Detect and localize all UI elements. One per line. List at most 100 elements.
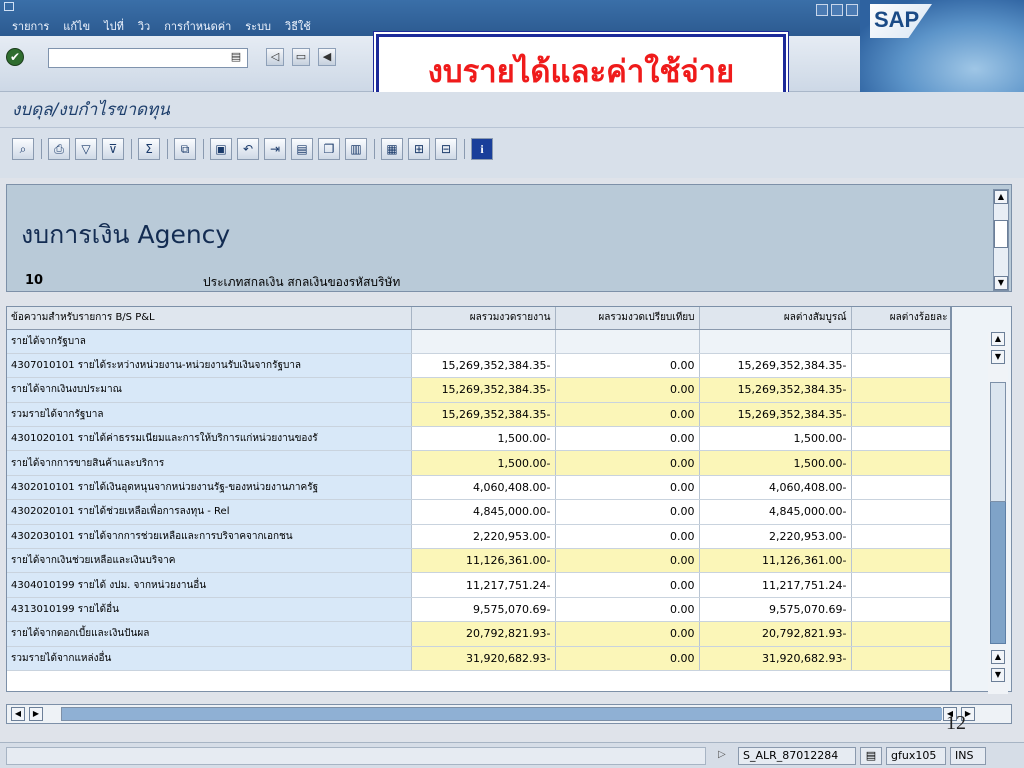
percent-difference[interactable] — [851, 377, 950, 403]
minimize-icon[interactable] — [816, 4, 828, 16]
table-row[interactable]: 4304010199 รายได้ งปม. จากหน่วยงานอื่น 11… — [7, 572, 950, 598]
collapse-icon[interactable]: ⊟ — [435, 138, 457, 160]
copy-icon[interactable]: ❐ — [318, 138, 340, 160]
row-label[interactable]: รายได้จากเงินงบประมาณ — [7, 377, 412, 403]
percent-difference[interactable] — [851, 621, 950, 647]
absolute-difference[interactable]: 31,920,682.93- — [699, 646, 852, 671]
word-processing-icon[interactable]: ▤ — [291, 138, 313, 160]
table-row[interactable]: 4302010101 รายได้เงินอุดหนุนจากหน่วยงานร… — [7, 475, 950, 501]
table-row[interactable]: รวมรายได้จากรัฐบาล 15,269,352,384.35- 0.00… — [7, 402, 950, 428]
report-period-total[interactable]: 15,269,352,384.35- — [411, 353, 556, 379]
back-icon[interactable]: ◀ — [318, 48, 336, 66]
grid-scroll-up-icon[interactable]: ▲ — [991, 332, 1005, 346]
maximize-icon[interactable] — [831, 4, 843, 16]
report-period-total[interactable]: 1,500.00- — [411, 426, 556, 452]
report-period-total[interactable] — [411, 329, 556, 354]
row-label[interactable]: 4302020101 รายได้ช่วยเหลือเพื่อการลงทุน … — [7, 499, 412, 525]
row-label[interactable]: รายได้จากรัฐบาล — [7, 329, 412, 354]
table-row[interactable]: 4313010199 รายได้อื่น 9,575,070.69- 0.00 9,… — [7, 597, 950, 623]
percent-difference[interactable] — [851, 597, 950, 623]
percent-difference[interactable] — [851, 646, 950, 671]
command-history-icon[interactable]: ▤ — [230, 50, 242, 64]
table-row[interactable]: 4301020101 รายได้ค่าธรรมเนียมและการให้บร… — [7, 426, 950, 452]
row-label[interactable]: รายได้จากการขายสินค้าและบริการ — [7, 450, 412, 476]
row-label[interactable]: รายได้จากดอกเบี้ยและเงินปันผล — [7, 621, 412, 647]
percent-difference[interactable] — [851, 524, 950, 550]
info-icon[interactable]: i — [471, 138, 493, 160]
column-header[interactable]: ผลรวมงวดรายงาน — [411, 307, 556, 330]
menu-item-list[interactable]: รายการ — [12, 17, 49, 35]
send-icon[interactable]: ↶ — [237, 138, 259, 160]
insert-mode-field[interactable]: INS — [950, 747, 986, 765]
menu-item-help[interactable]: วิธีใช้ — [285, 17, 311, 35]
export-icon[interactable]: ⇥ — [264, 138, 286, 160]
table-row[interactable]: รายได้จากเงินช่วยเหลือและเงินบริจาค 11,12… — [7, 548, 950, 574]
grid-scroll-thumb[interactable] — [990, 382, 1006, 502]
percent-difference[interactable] — [851, 329, 950, 354]
table-row[interactable]: 4307010101 รายได้ระหว่างหน่วยงาน-หน่วยงา… — [7, 353, 950, 379]
session-icon[interactable]: ▤ — [860, 747, 882, 765]
table-row[interactable]: 4302020101 รายได้ช่วยเหลือเพื่อการลงทุน … — [7, 499, 950, 525]
row-label[interactable]: รายได้จากเงินช่วยเหลือและเงินบริจาค — [7, 548, 412, 574]
scroll-left-icon[interactable]: ◀ — [11, 707, 25, 721]
comparison-period-total[interactable]: 0.00 — [555, 621, 700, 647]
filter-set-icon[interactable]: ▽ — [75, 138, 97, 160]
report-period-total[interactable]: 11,126,361.00- — [411, 548, 556, 574]
comparison-period-total[interactable]: 0.00 — [555, 353, 700, 379]
change-layout-icon[interactable]: ⧉ — [174, 138, 196, 160]
column-header[interactable]: ผลต่างร้อยละ — [851, 307, 950, 330]
row-label[interactable]: รวมรายได้จากรัฐบาล — [7, 402, 412, 428]
command-field[interactable] — [48, 48, 248, 68]
report-period-total[interactable]: 2,220,953.00- — [411, 524, 556, 550]
table-row[interactable]: รายได้จากเงินงบประมาณ 15,269,352,384.35- 0… — [7, 377, 950, 403]
scroll-down-icon[interactable]: ▼ — [994, 276, 1008, 290]
report-period-total[interactable]: 15,269,352,384.35- — [411, 402, 556, 428]
header-scrollbar[interactable]: ▲ ▼ — [993, 189, 1009, 291]
menu-item-view[interactable]: วิว — [138, 17, 150, 35]
comparison-period-total[interactable]: 0.00 — [555, 646, 700, 671]
comparison-period-total[interactable]: 0.00 — [555, 377, 700, 403]
print-icon[interactable]: ⎙ — [48, 138, 70, 160]
enter-check-icon[interactable]: ✔ — [6, 48, 24, 66]
comparison-period-total[interactable]: 0.00 — [555, 548, 700, 574]
comparison-period-total[interactable] — [555, 329, 700, 354]
row-label[interactable]: 4313010199 รายได้อื่น — [7, 597, 412, 623]
back-arrow-icon[interactable]: ◁ — [266, 48, 284, 66]
row-label[interactable]: 4302030101 รายได้จากการช่วยเหลือและการบร… — [7, 524, 412, 550]
row-label[interactable]: 4304010199 รายได้ งปม. จากหน่วยงานอื่น — [7, 572, 412, 598]
report-period-total[interactable]: 9,575,070.69- — [411, 597, 556, 623]
scroll-right-icon[interactable]: ▶ — [29, 707, 43, 721]
absolute-difference[interactable]: 11,126,361.00- — [699, 548, 852, 574]
absolute-difference[interactable]: 4,060,408.00- — [699, 475, 852, 501]
absolute-difference[interactable]: 15,269,352,384.35- — [699, 402, 852, 428]
absolute-difference[interactable]: 15,269,352,384.35- — [699, 377, 852, 403]
expand-icon[interactable]: ⊞ — [408, 138, 430, 160]
header-scroll-thumb[interactable] — [994, 220, 1008, 248]
comparison-period-total[interactable]: 0.00 — [555, 572, 700, 598]
column-header[interactable]: ข้อความสำหรับรายการ B/S P&L — [7, 307, 412, 330]
row-label[interactable]: 4302010101 รายได้เงินอุดหนุนจากหน่วยงานร… — [7, 475, 412, 501]
absolute-difference[interactable]: 15,269,352,384.35- — [699, 353, 852, 379]
table-row[interactable]: รายได้จากการขายสินค้าและบริการ 1,500.00- 0… — [7, 450, 950, 476]
percent-difference[interactable] — [851, 548, 950, 574]
report-period-total[interactable]: 31,920,682.93- — [411, 646, 556, 671]
table-row[interactable]: รายได้จากดอกเบี้ยและเงินปันผล 20,792,821.… — [7, 621, 950, 647]
local-file-icon[interactable]: ▣ — [210, 138, 232, 160]
comparison-period-total[interactable]: 0.00 — [555, 475, 700, 501]
menu-item-settings[interactable]: การกำหนดค่า — [164, 17, 231, 35]
sum-icon[interactable]: Σ — [138, 138, 160, 160]
grid-page-down-icon[interactable]: ▼ — [991, 350, 1005, 364]
system-menu-icon[interactable] — [4, 2, 14, 11]
report-period-total[interactable]: 1,500.00- — [411, 450, 556, 476]
grid-view-icon[interactable]: ▦ — [381, 138, 403, 160]
grid-horizontal-scrollbar[interactable]: ◀ ▶ ◀ ▶ — [6, 704, 1012, 724]
horizontal-scroll-track[interactable] — [61, 707, 942, 721]
absolute-difference[interactable]: 20,792,821.93- — [699, 621, 852, 647]
percent-difference[interactable] — [851, 426, 950, 452]
horizontal-scroll-thumb[interactable] — [62, 708, 942, 720]
absolute-difference[interactable]: 2,220,953.00- — [699, 524, 852, 550]
report-period-total[interactable]: 15,269,352,384.35- — [411, 377, 556, 403]
comparison-period-total[interactable]: 0.00 — [555, 426, 700, 452]
absolute-difference[interactable] — [699, 329, 852, 354]
comparison-period-total[interactable]: 0.00 — [555, 402, 700, 428]
